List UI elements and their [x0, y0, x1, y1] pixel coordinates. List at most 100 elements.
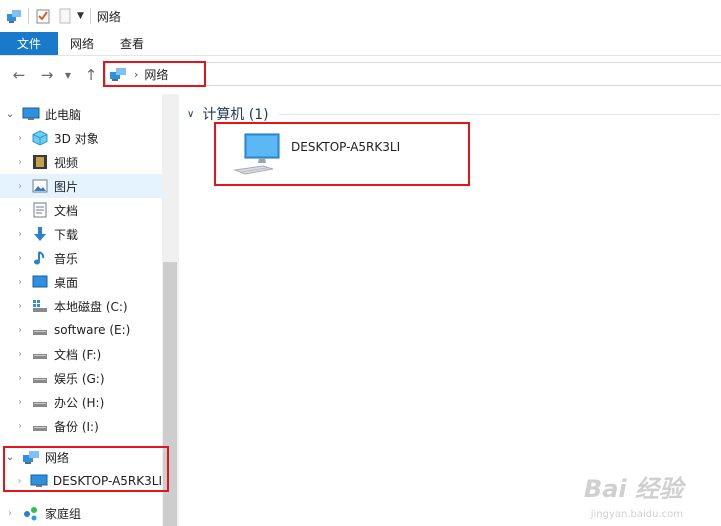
address-bar[interactable]: › 网络 — [105, 62, 721, 86]
sidebar-item-documents[interactable]: › 文档 — [0, 198, 162, 222]
3d-objects-icon — [31, 130, 49, 146]
network-icon — [110, 68, 126, 81]
toolbar-separator — [89, 8, 91, 24]
drive-icon — [31, 370, 49, 386]
tab-network[interactable]: 网络 — [58, 32, 106, 55]
sidebar-item-label: 3D 对象 — [54, 131, 99, 146]
window-title: 网络 — [96, 9, 121, 24]
expand-chevron-right-icon[interactable]: › — [13, 301, 27, 312]
sidebar-item-label: 网络 — [45, 450, 70, 465]
sidebar-item-pictures[interactable]: › 图片 — [0, 174, 162, 198]
sidebar-item-label: software (E:) — [54, 323, 131, 337]
expand-chevron-right-icon[interactable]: › — [13, 181, 27, 192]
watermark-url: jingyan.baidu.com — [590, 509, 683, 520]
sidebar-item-label: 图片 — [54, 179, 79, 194]
expand-chevron-right-icon[interactable]: › — [13, 476, 26, 487]
pictures-icon — [31, 178, 49, 194]
sidebar-item-drive-i[interactable]: › 备份 (I:) — [0, 414, 162, 438]
computer-icon — [30, 473, 48, 489]
sidebar-item-this-pc[interactable]: ⌄ 此电脑 — [0, 102, 162, 126]
sidebar-item-label: 下载 — [54, 227, 79, 242]
ribbon-tabs: 文件 网络 查看 — [0, 32, 721, 56]
navigation-pane: ⌄ 此电脑 › 3D 对象 › 视频 › 图片 › 文档 › 下载 › 音乐 ›… — [0, 100, 162, 526]
sidebar-item-music[interactable]: › 音乐 — [0, 246, 162, 270]
sidebar-item-label: 此电脑 — [45, 107, 82, 122]
scrollbar-thumb[interactable] — [163, 262, 177, 526]
expand-chevron-right-icon[interactable]: › — [13, 421, 27, 432]
sidebar-item-label: DESKTOP-A5RK3LI — [52, 474, 162, 488]
forward-arrow-icon[interactable]: → — [36, 64, 58, 86]
computer-tile[interactable]: DESKTOP-A5RK3LI — [229, 130, 469, 182]
computer-name: DESKTOP-A5RK3LI — [291, 140, 401, 154]
properties-icon[interactable] — [35, 8, 51, 24]
sidebar-item-label: 娱乐 (G:) — [54, 371, 105, 386]
expand-chevron-right-icon[interactable]: › — [13, 253, 27, 264]
sidebar-item-drive-h[interactable]: › 办公 (H:) — [0, 390, 162, 414]
expand-chevron-right-icon[interactable]: › — [13, 349, 27, 360]
sidebar-item-drive-c[interactable]: › 本地磁盘 (C:) — [0, 294, 162, 318]
sidebar-item-label: 备份 (I:) — [54, 419, 99, 434]
quick-access-toolbar: ▼ — [0, 0, 91, 32]
expand-chevron-right-icon[interactable]: › — [13, 397, 27, 408]
sidebar-item-download[interactable]: › 下载 — [0, 222, 162, 246]
sidebar-item-drive-g[interactable]: › 娱乐 (G:) — [0, 366, 162, 390]
sidebar-item-label: 音乐 — [54, 251, 79, 266]
expand-chevron-right-icon[interactable]: › — [13, 133, 27, 144]
expand-chevron-right-icon[interactable]: › — [13, 277, 27, 288]
group-title: 计算机 (1) — [202, 107, 269, 123]
breadcrumb-network[interactable]: 网络 — [144, 66, 168, 83]
desktop-icon — [31, 274, 49, 290]
expand-chevron-right-icon[interactable]: › — [13, 205, 27, 216]
sidebar-item-3d-objects[interactable]: › 3D 对象 — [0, 126, 162, 150]
tab-view[interactable]: 查看 — [106, 32, 158, 55]
sidebar-item-video[interactable]: › 视频 — [0, 150, 162, 174]
expand-chevron-right-icon[interactable]: › — [13, 229, 27, 240]
network-icon[interactable] — [6, 8, 22, 24]
sidebar-item-homegroup[interactable]: › 家庭组 — [0, 501, 162, 525]
expand-chevron-right-icon[interactable]: › — [3, 508, 17, 519]
sidebar-item-label: 办公 (H:) — [54, 395, 105, 410]
up-arrow-icon[interactable]: ↑ — [80, 64, 102, 86]
navigation-bar: ← → ▼ ↑ › 网络 — [0, 56, 721, 94]
drive-icon — [31, 346, 49, 362]
sidebar-item-label: 文档 — [54, 203, 79, 218]
sidebar-item-drive-f[interactable]: › 文档 (F:) — [0, 342, 162, 366]
breadcrumb-chevron-right-icon[interactable]: › — [134, 68, 138, 81]
drive-icon — [31, 322, 49, 338]
computer-icon — [233, 133, 280, 175]
sidebar-item-label: 视频 — [54, 155, 79, 170]
this-pc-icon — [22, 106, 40, 122]
sidebar-item-network[interactable]: ⌄ 网络 — [0, 445, 162, 469]
content-pane: ∨ 计算机 (1) DESKTOP-A5RK3LI — [179, 94, 721, 526]
customize-toolbar-chevron-down-icon[interactable]: ▼ — [77, 11, 84, 21]
recent-locations-chevron-down-icon[interactable]: ▼ — [62, 64, 74, 86]
expand-chevron-down-icon[interactable]: ⌄ — [3, 452, 17, 463]
download-icon — [31, 226, 49, 242]
toolbar-separator — [28, 8, 29, 24]
expand-chevron-down-icon[interactable]: ⌄ — [3, 109, 17, 120]
music-icon — [31, 250, 49, 266]
watermark-logo: Bai 经验 — [583, 475, 683, 503]
network-icon — [22, 449, 40, 465]
homegroup-icon — [22, 505, 40, 521]
sidebar-item-desktop-a5rk3li[interactable]: › DESKTOP-A5RK3LI — [0, 469, 162, 493]
sidebar-item-label: 家庭组 — [45, 506, 82, 521]
drive-icon — [31, 394, 49, 410]
expand-chevron-right-icon[interactable]: › — [13, 373, 27, 384]
sidebar-item-drive-e[interactable]: › software (E:) — [0, 318, 162, 342]
sidebar-item-label: 桌面 — [54, 275, 79, 290]
sidebar-scrollbar[interactable] — [162, 94, 178, 526]
group-divider — [279, 114, 719, 115]
expand-chevron-right-icon[interactable]: › — [13, 325, 27, 336]
group-header[interactable]: ∨ 计算机 (1) — [187, 104, 269, 124]
back-arrow-icon[interactable]: ← — [8, 64, 30, 86]
sidebar-item-label: 文档 (F:) — [54, 347, 102, 362]
sidebar-item-label: 本地磁盘 (C:) — [54, 299, 128, 314]
sidebar-item-desktop[interactable]: › 桌面 — [0, 270, 162, 294]
new-folder-icon[interactable] — [57, 8, 73, 24]
video-icon — [31, 154, 49, 170]
collapse-chevron-down-icon[interactable]: ∨ — [187, 109, 194, 120]
title-bar: ▼ 网络 — [0, 0, 721, 32]
expand-chevron-right-icon[interactable]: › — [13, 157, 27, 168]
tab-file[interactable]: 文件 — [0, 32, 58, 55]
